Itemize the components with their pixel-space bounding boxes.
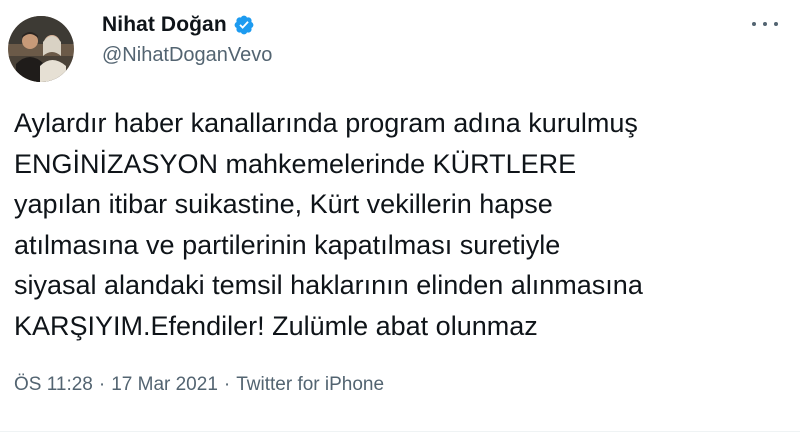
meta-separator: · <box>98 374 106 395</box>
author-handle[interactable]: @NihatDoganVevo <box>102 42 272 68</box>
tweet-time[interactable]: ÖS 11:28 <box>14 374 93 396</box>
dot-icon <box>752 22 756 26</box>
dot-icon <box>763 22 767 26</box>
tweet-date[interactable]: 17 Mar 2021 <box>111 374 218 396</box>
avatar[interactable] <box>8 16 74 82</box>
tweet-card: Nihat Doğan @NihatDoganVevo Aylardır hab… <box>0 0 800 432</box>
dot-icon <box>774 22 778 26</box>
meta-separator: · <box>223 374 231 395</box>
verified-badge-icon <box>233 14 255 36</box>
author-name-row: Nihat Doğan <box>102 10 255 40</box>
tweet-meta: ÖS 11:28 · 17 Mar 2021 · Twitter for iPh… <box>14 374 384 396</box>
author-display-name[interactable]: Nihat Doğan <box>102 13 227 37</box>
avatar-photo-icon <box>8 16 74 82</box>
tweet-text: Aylardır haber kanallarında program adın… <box>14 108 643 341</box>
more-options-icon[interactable] <box>752 18 778 30</box>
tweet-source[interactable]: Twitter for iPhone <box>236 374 384 396</box>
